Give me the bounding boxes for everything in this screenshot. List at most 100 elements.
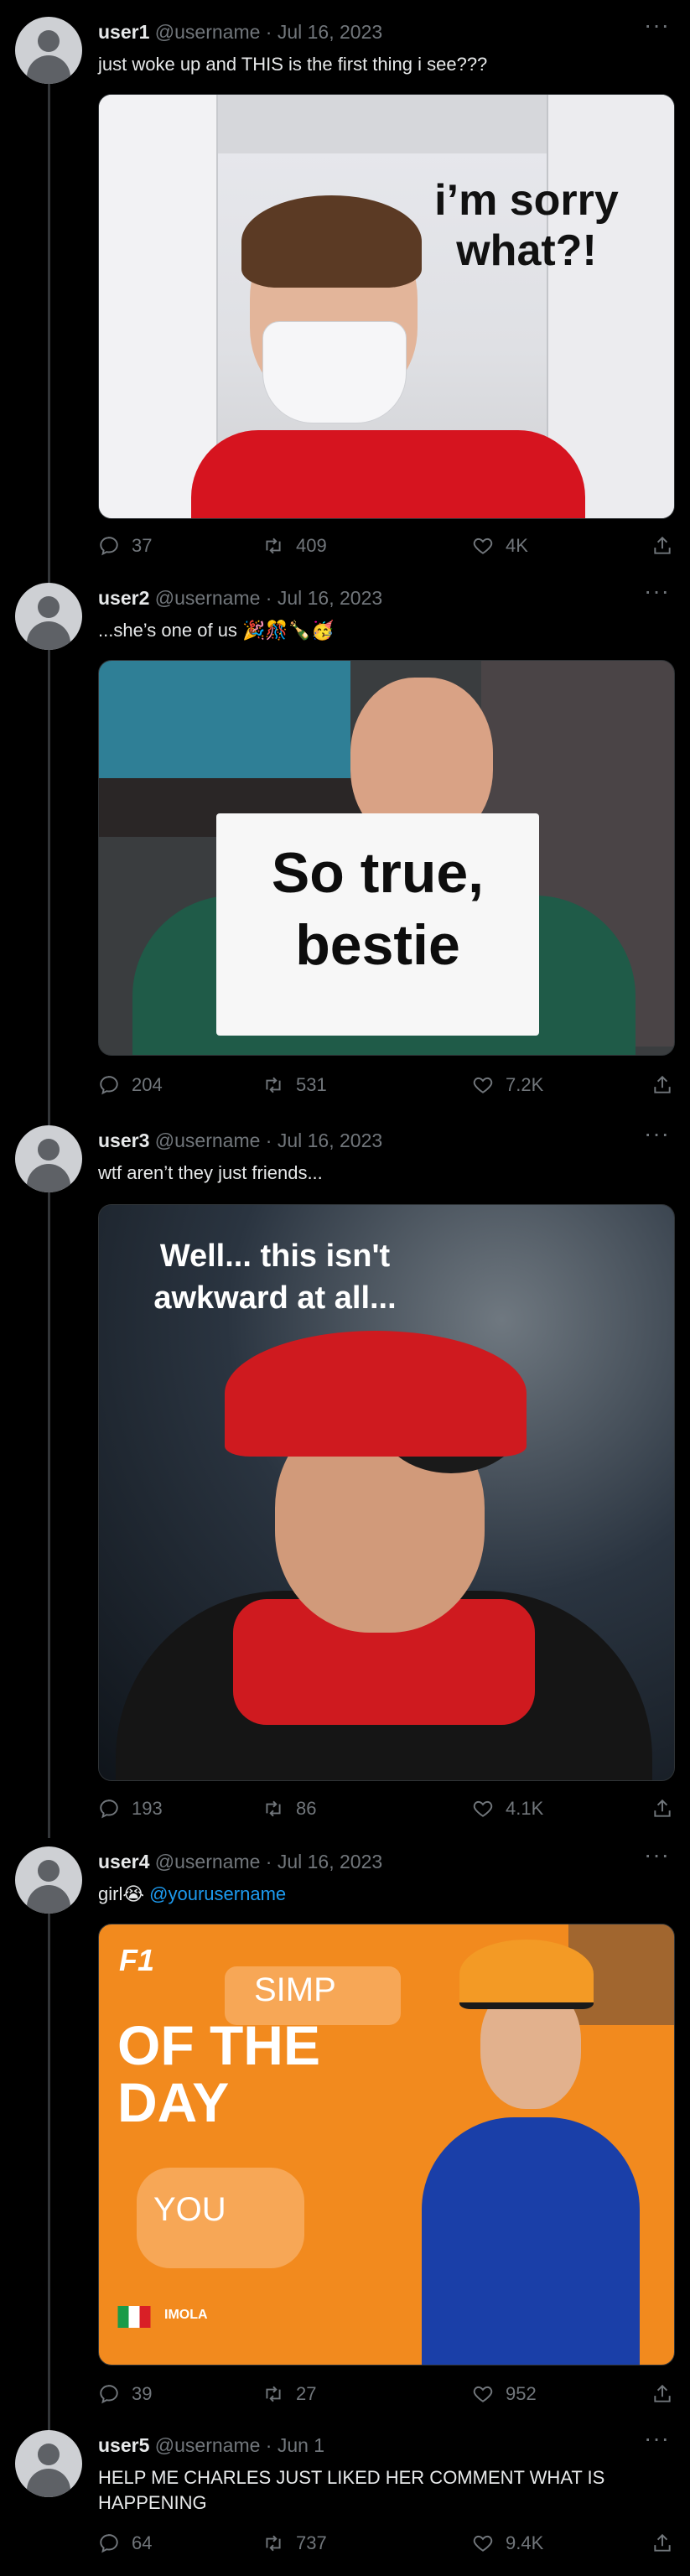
retweet-button[interactable]: 409 xyxy=(262,535,327,557)
share-icon xyxy=(651,1798,673,1820)
share-button[interactable] xyxy=(651,1798,673,1825)
like-count: 952 xyxy=(506,2383,537,2404)
tweet-header: user1 @username · Jul 16, 2023 xyxy=(98,20,382,44)
mention-link[interactable]: @yourusername xyxy=(149,1883,286,1904)
user-meta: @username · Jul 16, 2023 xyxy=(154,21,383,43)
retweet-icon xyxy=(262,2383,284,2405)
user-meta: @username · Jul 16, 2023 xyxy=(154,587,383,609)
tweet-text: HELP ME CHARLES JUST LIKED HER COMMENT W… xyxy=(98,2467,605,2513)
more-icon[interactable]: ··· xyxy=(644,578,670,605)
more-icon[interactable]: ··· xyxy=(644,12,670,39)
like-count: 9.4K xyxy=(506,2532,544,2553)
reply-count: 204 xyxy=(132,1074,163,1095)
avatar[interactable] xyxy=(15,1846,82,1914)
tweet-image[interactable]: F1 SIMP OF THE DAY YOU IMOLA xyxy=(98,1924,675,2366)
user-name[interactable]: user2 xyxy=(98,587,149,609)
image-caption: So true, bestie xyxy=(271,841,485,977)
reply-button[interactable]: 64 xyxy=(98,2532,152,2554)
user-name[interactable]: user5 xyxy=(98,2434,149,2456)
tweet-header: user3 @username · Jul 16, 2023 xyxy=(98,1129,382,1152)
tweet-text: ...she’s one of us 🎉🎊🍾🥳 xyxy=(98,620,335,641)
like-icon xyxy=(472,2383,494,2405)
more-icon[interactable]: ··· xyxy=(644,1120,670,1147)
like-button[interactable]: 9.4K xyxy=(472,2532,543,2554)
simp-text: SIMP xyxy=(254,1971,336,2008)
like-count: 4K xyxy=(506,535,528,556)
avatar[interactable] xyxy=(15,583,82,650)
reply-icon xyxy=(98,2383,120,2405)
tweet-header: user2 @username · Jul 16, 2023 xyxy=(98,586,382,610)
tweet-text: just woke up and THIS is the first thing… xyxy=(98,54,488,75)
like-button[interactable]: 952 xyxy=(472,2383,537,2405)
reply-button[interactable]: 39 xyxy=(98,2383,152,2405)
image-caption: i’m sorry what?! xyxy=(434,176,619,275)
tweet-text: wtf aren’t they just friends... xyxy=(98,1162,323,1183)
share-icon xyxy=(651,535,673,557)
user-name[interactable]: user1 xyxy=(98,21,149,43)
reply-icon xyxy=(98,2532,120,2554)
share-button[interactable] xyxy=(651,2532,673,2559)
retweet-count: 737 xyxy=(296,2532,327,2553)
tweet-text-body: girl😭 xyxy=(98,1883,145,1904)
reply-icon xyxy=(98,1798,120,1820)
user-meta: @username · Jul 16, 2023 xyxy=(154,1130,383,1151)
retweet-count: 531 xyxy=(296,1074,327,1095)
reply-button[interactable]: 37 xyxy=(98,535,152,557)
retweet-count: 27 xyxy=(296,2383,317,2404)
retweet-button[interactable]: 27 xyxy=(262,2383,316,2405)
tweet-image[interactable]: i’m sorry what?! xyxy=(98,94,675,519)
like-count: 7.2K xyxy=(506,1074,544,1095)
tweet-3[interactable]: user3 @username · Jul 16, 2023 ··· wtf a… xyxy=(0,1109,690,1830)
reply-button[interactable]: 204 xyxy=(98,1074,163,1096)
italy-flag-icon xyxy=(117,2306,151,2328)
retweet-button[interactable]: 86 xyxy=(262,1798,316,1820)
share-button[interactable] xyxy=(651,2383,673,2410)
reply-count: 37 xyxy=(132,535,153,556)
user-meta: @username · Jul 16, 2023 xyxy=(154,1851,383,1872)
tweet-text: girl😭 @yourusername xyxy=(98,1882,668,1907)
tweet-actions: 204 531 7.2K xyxy=(98,1074,673,1099)
tweet-actions: 64 737 9.4K xyxy=(98,2532,673,2558)
share-icon xyxy=(651,2532,673,2554)
like-button[interactable]: 4K xyxy=(472,535,528,557)
more-icon[interactable]: ··· xyxy=(644,1841,670,1868)
tweet-actions: 193 86 4.1K xyxy=(98,1798,673,1823)
retweet-count: 86 xyxy=(296,1798,317,1819)
tweet-header: user4 @username · Jul 16, 2023 xyxy=(98,1850,382,1873)
retweet-icon xyxy=(262,535,284,557)
avatar[interactable] xyxy=(15,1125,82,1192)
more-icon[interactable]: ··· xyxy=(644,2425,670,2452)
retweet-icon xyxy=(262,2532,284,2554)
of-the-day-text: OF THE DAY xyxy=(117,2014,320,2133)
avatar[interactable] xyxy=(15,17,82,84)
tweet-header: user5 @username · Jun 1 xyxy=(98,2433,324,2457)
like-button[interactable]: 4.1K xyxy=(472,1798,543,1820)
reply-count: 39 xyxy=(132,2383,153,2404)
tweet-image[interactable]: Well... this isn't awkward at all... xyxy=(98,1204,675,1781)
like-icon xyxy=(472,1074,494,1096)
retweet-button[interactable]: 531 xyxy=(262,1074,327,1096)
user-name[interactable]: user3 xyxy=(98,1130,149,1151)
like-count: 4.1K xyxy=(506,1798,544,1819)
tweet-image[interactable]: So true, bestie xyxy=(98,660,675,1056)
tweet-4[interactable]: user4 @username · Jul 16, 2023 ··· girl😭… xyxy=(0,1830,690,2425)
retweet-button[interactable]: 737 xyxy=(262,2532,327,2554)
retweet-icon xyxy=(262,1798,284,1820)
share-button[interactable] xyxy=(651,535,673,562)
share-button[interactable] xyxy=(651,1074,673,1101)
location-label: IMOLA xyxy=(164,2308,208,2322)
you-text: YOU xyxy=(153,2191,226,2228)
image-caption: Well... this isn't awkward at all... xyxy=(153,1239,397,1316)
avatar[interactable] xyxy=(15,2430,82,2497)
like-icon xyxy=(472,1798,494,1820)
retweet-icon xyxy=(262,1074,284,1096)
tweet-5[interactable]: user5 @username · Jun 1 ··· HELP ME CHAR… xyxy=(0,2413,690,2576)
user-name[interactable]: user4 xyxy=(98,1851,149,1872)
retweet-count: 409 xyxy=(296,535,327,556)
tweet-2[interactable]: user2 @username · Jul 16, 2023 ··· ...sh… xyxy=(0,566,690,1111)
reply-count: 64 xyxy=(132,2532,153,2553)
reply-button[interactable]: 193 xyxy=(98,1798,163,1820)
tweet-1[interactable]: user1 @username · Jul 16, 2023 ··· just … xyxy=(0,0,690,587)
share-icon xyxy=(651,1074,673,1096)
like-button[interactable]: 7.2K xyxy=(472,1074,543,1096)
